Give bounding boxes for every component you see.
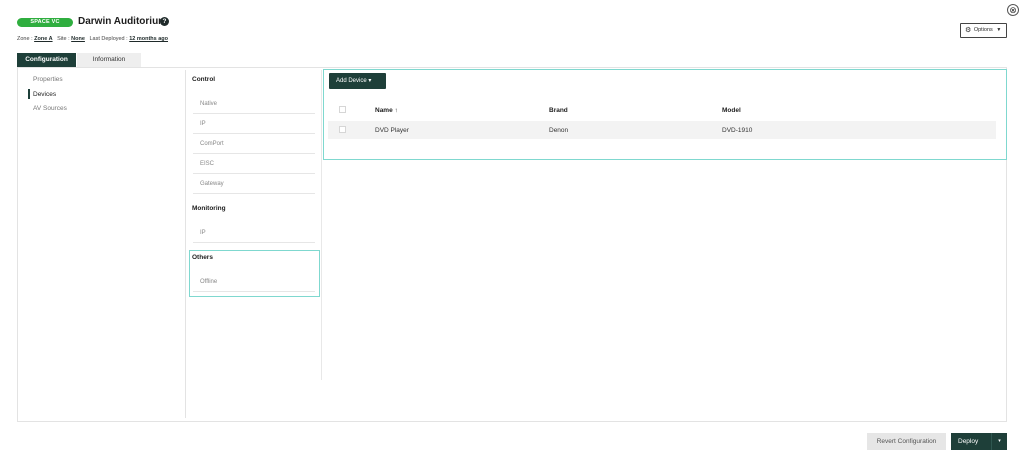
others-heading: Others	[192, 254, 213, 261]
revert-configuration-button[interactable]: Revert Configuration	[867, 433, 946, 450]
select-all-checkbox[interactable]	[339, 106, 346, 113]
device-model-cell: DVD-1910	[722, 127, 753, 134]
options-label: Options	[973, 27, 993, 33]
deploy-button[interactable]: Deploy	[951, 433, 991, 450]
sidebar-item-devices[interactable]: Devices	[33, 91, 56, 98]
control-heading: Control	[192, 76, 216, 83]
deploy-options-chevron-icon[interactable]: ▾	[991, 433, 1007, 450]
help-icon[interactable]: ?	[160, 17, 169, 26]
add-device-label: Add Device	[336, 78, 367, 84]
chevron-down-icon: ▾	[368, 78, 372, 84]
site-link[interactable]: None	[71, 36, 85, 42]
devices-table-header: Name ↑ Brand Model	[328, 102, 996, 119]
protocol-item-offline[interactable]: Offline	[193, 272, 315, 292]
chevron-down-icon: ▼	[996, 27, 1002, 33]
zone-label: Zone :	[17, 36, 33, 42]
sidebar-item-av-sources[interactable]: AV Sources	[33, 105, 67, 112]
sidebar-item-properties[interactable]: Properties	[33, 76, 63, 83]
space-meta: Zone : Zone A Site : None Last Deployed …	[17, 36, 168, 42]
protocol-item-native[interactable]: Native	[193, 94, 315, 114]
site-label: Site :	[57, 36, 70, 42]
column-divider	[321, 70, 322, 380]
protocol-item-comport[interactable]: ComPort	[193, 134, 315, 154]
zone-link[interactable]: Zone A	[34, 36, 52, 42]
protocol-item-monitoring-ip[interactable]: IP	[193, 223, 315, 243]
last-deployed-label: Last Deployed :	[89, 36, 128, 42]
page-title: Darwin Auditorium	[78, 16, 168, 27]
table-row[interactable]: DVD Player Denon DVD-1910	[328, 121, 996, 139]
monitoring-heading: Monitoring	[192, 205, 226, 212]
space-type-badge: SPACE VC	[17, 18, 73, 27]
add-device-button[interactable]: Add Device ▾	[329, 73, 386, 89]
device-brand-cell: Denon	[549, 127, 569, 134]
last-deployed-link[interactable]: 12 months ago	[129, 36, 168, 42]
gear-icon: ⚙	[965, 27, 972, 34]
tab-configuration[interactable]: Configuration	[17, 53, 76, 67]
column-divider	[185, 70, 186, 418]
protocol-item-eisc[interactable]: EISC	[193, 154, 315, 174]
active-indicator	[28, 89, 30, 99]
sort-ascending-icon: ↑	[394, 107, 398, 114]
row-checkbox[interactable]	[339, 126, 346, 133]
device-name-cell: DVD Player	[375, 127, 409, 134]
protocol-item-gateway[interactable]: Gateway	[193, 174, 315, 194]
column-header-name[interactable]: Name ↑	[375, 107, 398, 114]
column-header-brand[interactable]: Brand	[549, 107, 568, 114]
column-header-model[interactable]: Model	[722, 107, 741, 114]
close-icon[interactable]: ⊗	[1007, 4, 1019, 16]
name-header-label: Name	[375, 107, 393, 114]
tab-information[interactable]: Information	[77, 53, 141, 67]
protocol-item-ip[interactable]: IP	[193, 114, 315, 134]
options-button[interactable]: ⚙ Options ▼	[960, 23, 1007, 38]
